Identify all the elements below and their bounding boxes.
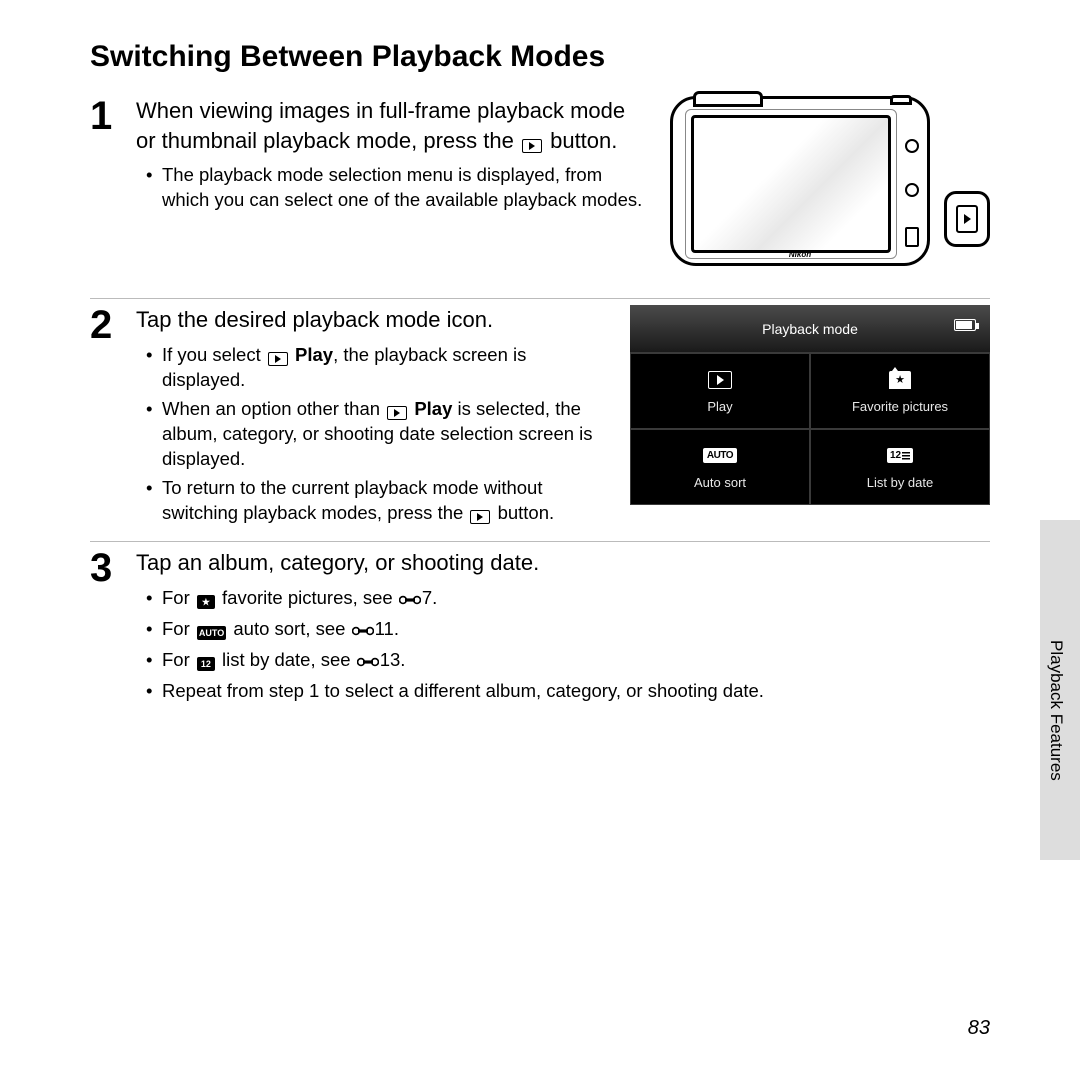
camera-zoom-out-icon <box>905 183 919 197</box>
text: button. <box>492 502 554 523</box>
mode-autosort-cell[interactable]: AUTO Auto sort <box>630 429 810 505</box>
step-2-bullet-3: To return to the current playback mode w… <box>162 476 610 526</box>
mode-favorite-cell[interactable]: Favorite pictures <box>810 353 990 429</box>
reference-icon <box>399 588 421 613</box>
mode-play-label: Play <box>707 399 732 414</box>
auto-icon: AUTO <box>197 626 226 640</box>
bold-text: Play <box>409 398 452 419</box>
step-1-row: 1 When viewing images in full-frame play… <box>90 96 990 299</box>
section-label: Playback Features <box>1046 640 1066 781</box>
step-2-bullet-1: If you select Play, the playback screen … <box>162 343 610 393</box>
mode-listbydate-label: List by date <box>867 475 934 490</box>
play-icon <box>708 371 732 389</box>
star-folder-icon <box>889 371 911 389</box>
step-3-num: 3 <box>90 548 124 708</box>
playback-mode-screen: Playback mode Play Favorite pictures AUT… <box>630 305 990 505</box>
step-3-bullet-2: For AUTO auto sort, see 11. <box>162 617 990 644</box>
step-3-title: Tap an album, category, or shooting date… <box>136 548 990 578</box>
text: If you select <box>162 344 266 365</box>
step-3-bullet-1: For ★ favorite pictures, see 7. <box>162 586 990 613</box>
battery-icon <box>954 319 976 331</box>
star-folder-icon: ★ <box>197 595 215 609</box>
step-1-title-post: button. <box>544 128 617 153</box>
step-2-num: 2 <box>90 305 124 529</box>
step-2-title: Tap the desired playback mode icon. <box>136 305 610 335</box>
text: list by date, see <box>217 649 356 670</box>
text: For <box>162 587 195 608</box>
text: When an option other than <box>162 398 385 419</box>
auto-icon: AUTO <box>703 448 737 463</box>
text: auto sort, see <box>228 618 350 639</box>
text: 7. <box>422 587 437 608</box>
list-by-date-icon: 12 <box>197 657 215 671</box>
camera-illustration: Nikon <box>670 96 990 286</box>
mode-listbydate-cell[interactable]: 12 List by date <box>810 429 990 505</box>
mode-autosort-label: Auto sort <box>694 475 746 490</box>
reference-icon <box>357 650 379 675</box>
play-icon <box>268 352 288 366</box>
step-1-title: When viewing images in full-frame playba… <box>136 96 650 155</box>
text: For <box>162 649 195 670</box>
text: favorite pictures, see <box>217 587 398 608</box>
playback-mode-header: Playback mode <box>630 305 990 353</box>
step-3-bullet-3: For 12 list by date, see 13. <box>162 648 990 675</box>
step-2-row: 2 Tap the desired playback mode icon. If… <box>90 305 990 542</box>
step-3-row: 3 Tap an album, category, or shooting da… <box>90 548 990 720</box>
playback-mode-header-label: Playback mode <box>762 321 858 337</box>
reference-icon <box>352 619 374 644</box>
camera-zoom-in-icon <box>905 139 919 153</box>
play-icon <box>470 510 490 524</box>
play-icon <box>956 205 978 233</box>
text: For <box>162 618 195 639</box>
mode-play-cell[interactable]: Play <box>630 353 810 429</box>
camera-brand-label: Nikon <box>789 250 811 259</box>
list-by-date-icon: 12 <box>887 448 913 463</box>
text: 13. <box>380 649 406 670</box>
play-icon <box>387 406 407 420</box>
step-1-bullet-1: The playback mode selection menu is disp… <box>162 163 650 213</box>
bold-text: Play <box>290 344 333 365</box>
step-1-num: 1 <box>90 96 124 286</box>
page-number: 83 <box>968 1017 990 1040</box>
play-icon <box>522 139 542 153</box>
mode-favorite-label: Favorite pictures <box>852 399 948 414</box>
camera-play-button-icon <box>905 227 919 247</box>
play-button-callout <box>944 191 990 247</box>
step-3-bullet-4: Repeat from step 1 to select a different… <box>162 679 990 704</box>
page-title: Switching Between Playback Modes <box>90 40 990 74</box>
step-2-bullet-2: When an option other than Play is select… <box>162 397 610 472</box>
text: 11. <box>375 618 399 639</box>
